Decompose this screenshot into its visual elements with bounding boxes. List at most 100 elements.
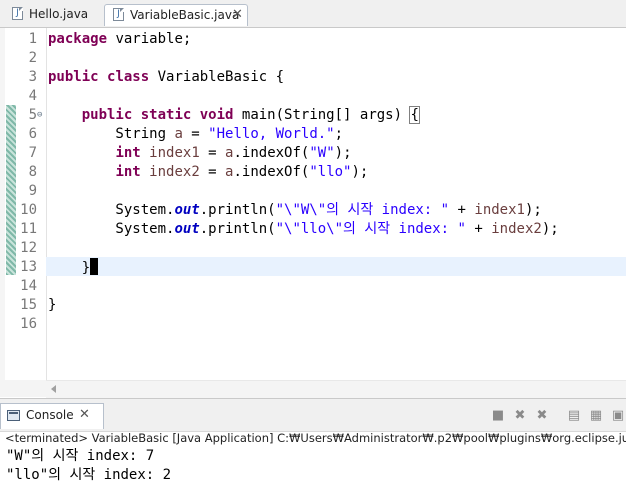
remove-all-terminated-icon[interactable]: ✖: [534, 408, 550, 424]
code-token: +: [449, 202, 475, 218]
clear-console-icon[interactable]: ▦: [588, 408, 604, 424]
line-number: 8: [28, 164, 37, 180]
code-token: index1: [474, 202, 525, 218]
code-token: =: [199, 164, 226, 180]
code-text: String a = "Hello, World.";: [48, 125, 343, 144]
code-text: package variable;: [48, 30, 191, 49]
line-number: 13: [20, 259, 37, 275]
code-token: {: [409, 106, 420, 124]
code-editor[interactable]: 1 package variable; 2 3 public class Variabl…: [0, 28, 626, 380]
line-number: 7: [28, 145, 37, 161]
console-icon: [7, 410, 20, 421]
remove-launch-icon[interactable]: ✖: [512, 408, 528, 424]
code-token: public: [48, 69, 99, 85]
line-number: 12: [20, 240, 37, 256]
code-line[interactable]: 8 int index2 = a.indexOf("llo");: [0, 163, 626, 182]
code-line[interactable]: 9: [0, 182, 626, 201]
line-number: 10: [20, 202, 37, 218]
code-token: );: [351, 164, 369, 180]
line-number: 15: [20, 297, 37, 313]
code-line[interactable]: 3 public class VariableBasic {: [0, 68, 626, 87]
code-line[interactable]: 4: [0, 87, 626, 106]
code-token: .println(: [199, 202, 276, 218]
code-line[interactable]: 5 ⊖ public static void main(String[] args…: [0, 106, 626, 125]
tab-label: Hello.java: [29, 7, 89, 21]
scroll-lock-icon[interactable]: ▤: [566, 408, 582, 424]
code-token: System.: [48, 202, 175, 218]
code-token: void: [199, 107, 234, 123]
code-token: out: [174, 202, 200, 218]
editor-tab-bar: J Hello.java J VariableBasic.java ✕: [0, 0, 626, 28]
pin-console-icon[interactable]: ▣: [610, 408, 626, 424]
scroll-left-arrow-icon[interactable]: [51, 385, 56, 393]
code-token: "W": [309, 145, 335, 161]
code-token: .println(: [199, 221, 276, 237]
line-number: 1: [28, 31, 37, 47]
code-token: package: [48, 31, 108, 47]
code-token: ;: [334, 126, 344, 142]
code-line[interactable]: 6 String a = "Hello, World.";: [0, 125, 626, 144]
close-icon[interactable]: ✕: [232, 5, 243, 25]
code-token: +: [465, 221, 492, 237]
line-number: 3: [28, 69, 37, 85]
code-token: );: [541, 221, 559, 237]
tab-console[interactable]: Console ✕: [0, 403, 104, 429]
code-token: =: [199, 145, 226, 161]
console-output-line: "llo"의 시작 index: 2: [6, 467, 172, 483]
code-token: }: [48, 297, 57, 313]
code-token: );: [334, 145, 352, 161]
code-text: System.out.println("\"llo\"의 시작 index: "…: [48, 220, 559, 239]
line-number: 2: [28, 50, 37, 66]
line-number: 5: [28, 107, 37, 123]
code-token: String: [48, 126, 175, 142]
line-number: 16: [20, 316, 37, 332]
code-token: index2: [491, 221, 542, 237]
line-number: 4: [28, 88, 37, 104]
code-token: static: [140, 107, 192, 123]
code-line[interactable]: 7 int index1 = a.indexOf("W");: [0, 144, 626, 163]
close-icon[interactable]: ✕: [79, 407, 90, 422]
code-text: }: [48, 258, 99, 278]
code-line[interactable]: 16: [0, 315, 626, 334]
tab-hello-java[interactable]: J Hello.java: [4, 4, 102, 26]
code-token: );: [524, 202, 542, 218]
code-token: class: [107, 69, 150, 85]
code-line[interactable]: 11 System.out.println("\"llo\"의 시작 index…: [0, 220, 626, 239]
code-token: public: [81, 107, 133, 123]
code-token: a: [174, 126, 183, 142]
code-line[interactable]: 15}: [0, 296, 626, 315]
text-caret: [90, 258, 99, 275]
java-file-icon: J: [12, 7, 23, 20]
code-text: System.out.println("\"W\"의 시작 index: " +…: [48, 201, 542, 220]
code-text: int index1 = a.indexOf("W");: [48, 144, 352, 163]
fold-collapse-icon[interactable]: ⊖: [37, 106, 42, 125]
tab-label: VariableBasic.java: [130, 8, 240, 22]
code-line[interactable]: 14: [0, 277, 626, 296]
code-token: =: [182, 126, 209, 142]
code-token: index1: [149, 145, 200, 161]
code-token: "\"llo\"의 시작 index: ": [275, 221, 466, 237]
code-token: "llo": [309, 164, 352, 180]
code-token: variable;: [107, 31, 192, 47]
code-line[interactable]: 13 }: [0, 258, 626, 277]
tab-variablebasic-java[interactable]: J VariableBasic.java ✕: [104, 4, 248, 26]
java-file-icon: J: [113, 8, 124, 21]
code-token: VariableBasic {: [149, 69, 285, 85]
line-number: 9: [28, 183, 37, 199]
terminate-icon[interactable]: ■: [490, 408, 506, 424]
code-line[interactable]: 12: [0, 239, 626, 258]
code-line[interactable]: 1 package variable;: [0, 30, 626, 49]
code-line[interactable]: 2: [0, 49, 626, 68]
code-text: public class VariableBasic {: [48, 68, 284, 87]
console-view-header: Console ✕ ■ ✖ ✖ ▤ ▦ ▣: [0, 398, 626, 432]
code-text: int index2 = a.indexOf("llo");: [48, 163, 368, 182]
horizontal-scrollbar[interactable]: [46, 380, 626, 398]
code-token: "Hello, World.": [208, 126, 335, 142]
code-line[interactable]: 10 System.out.println("\"W\"의 시작 index: …: [0, 201, 626, 220]
